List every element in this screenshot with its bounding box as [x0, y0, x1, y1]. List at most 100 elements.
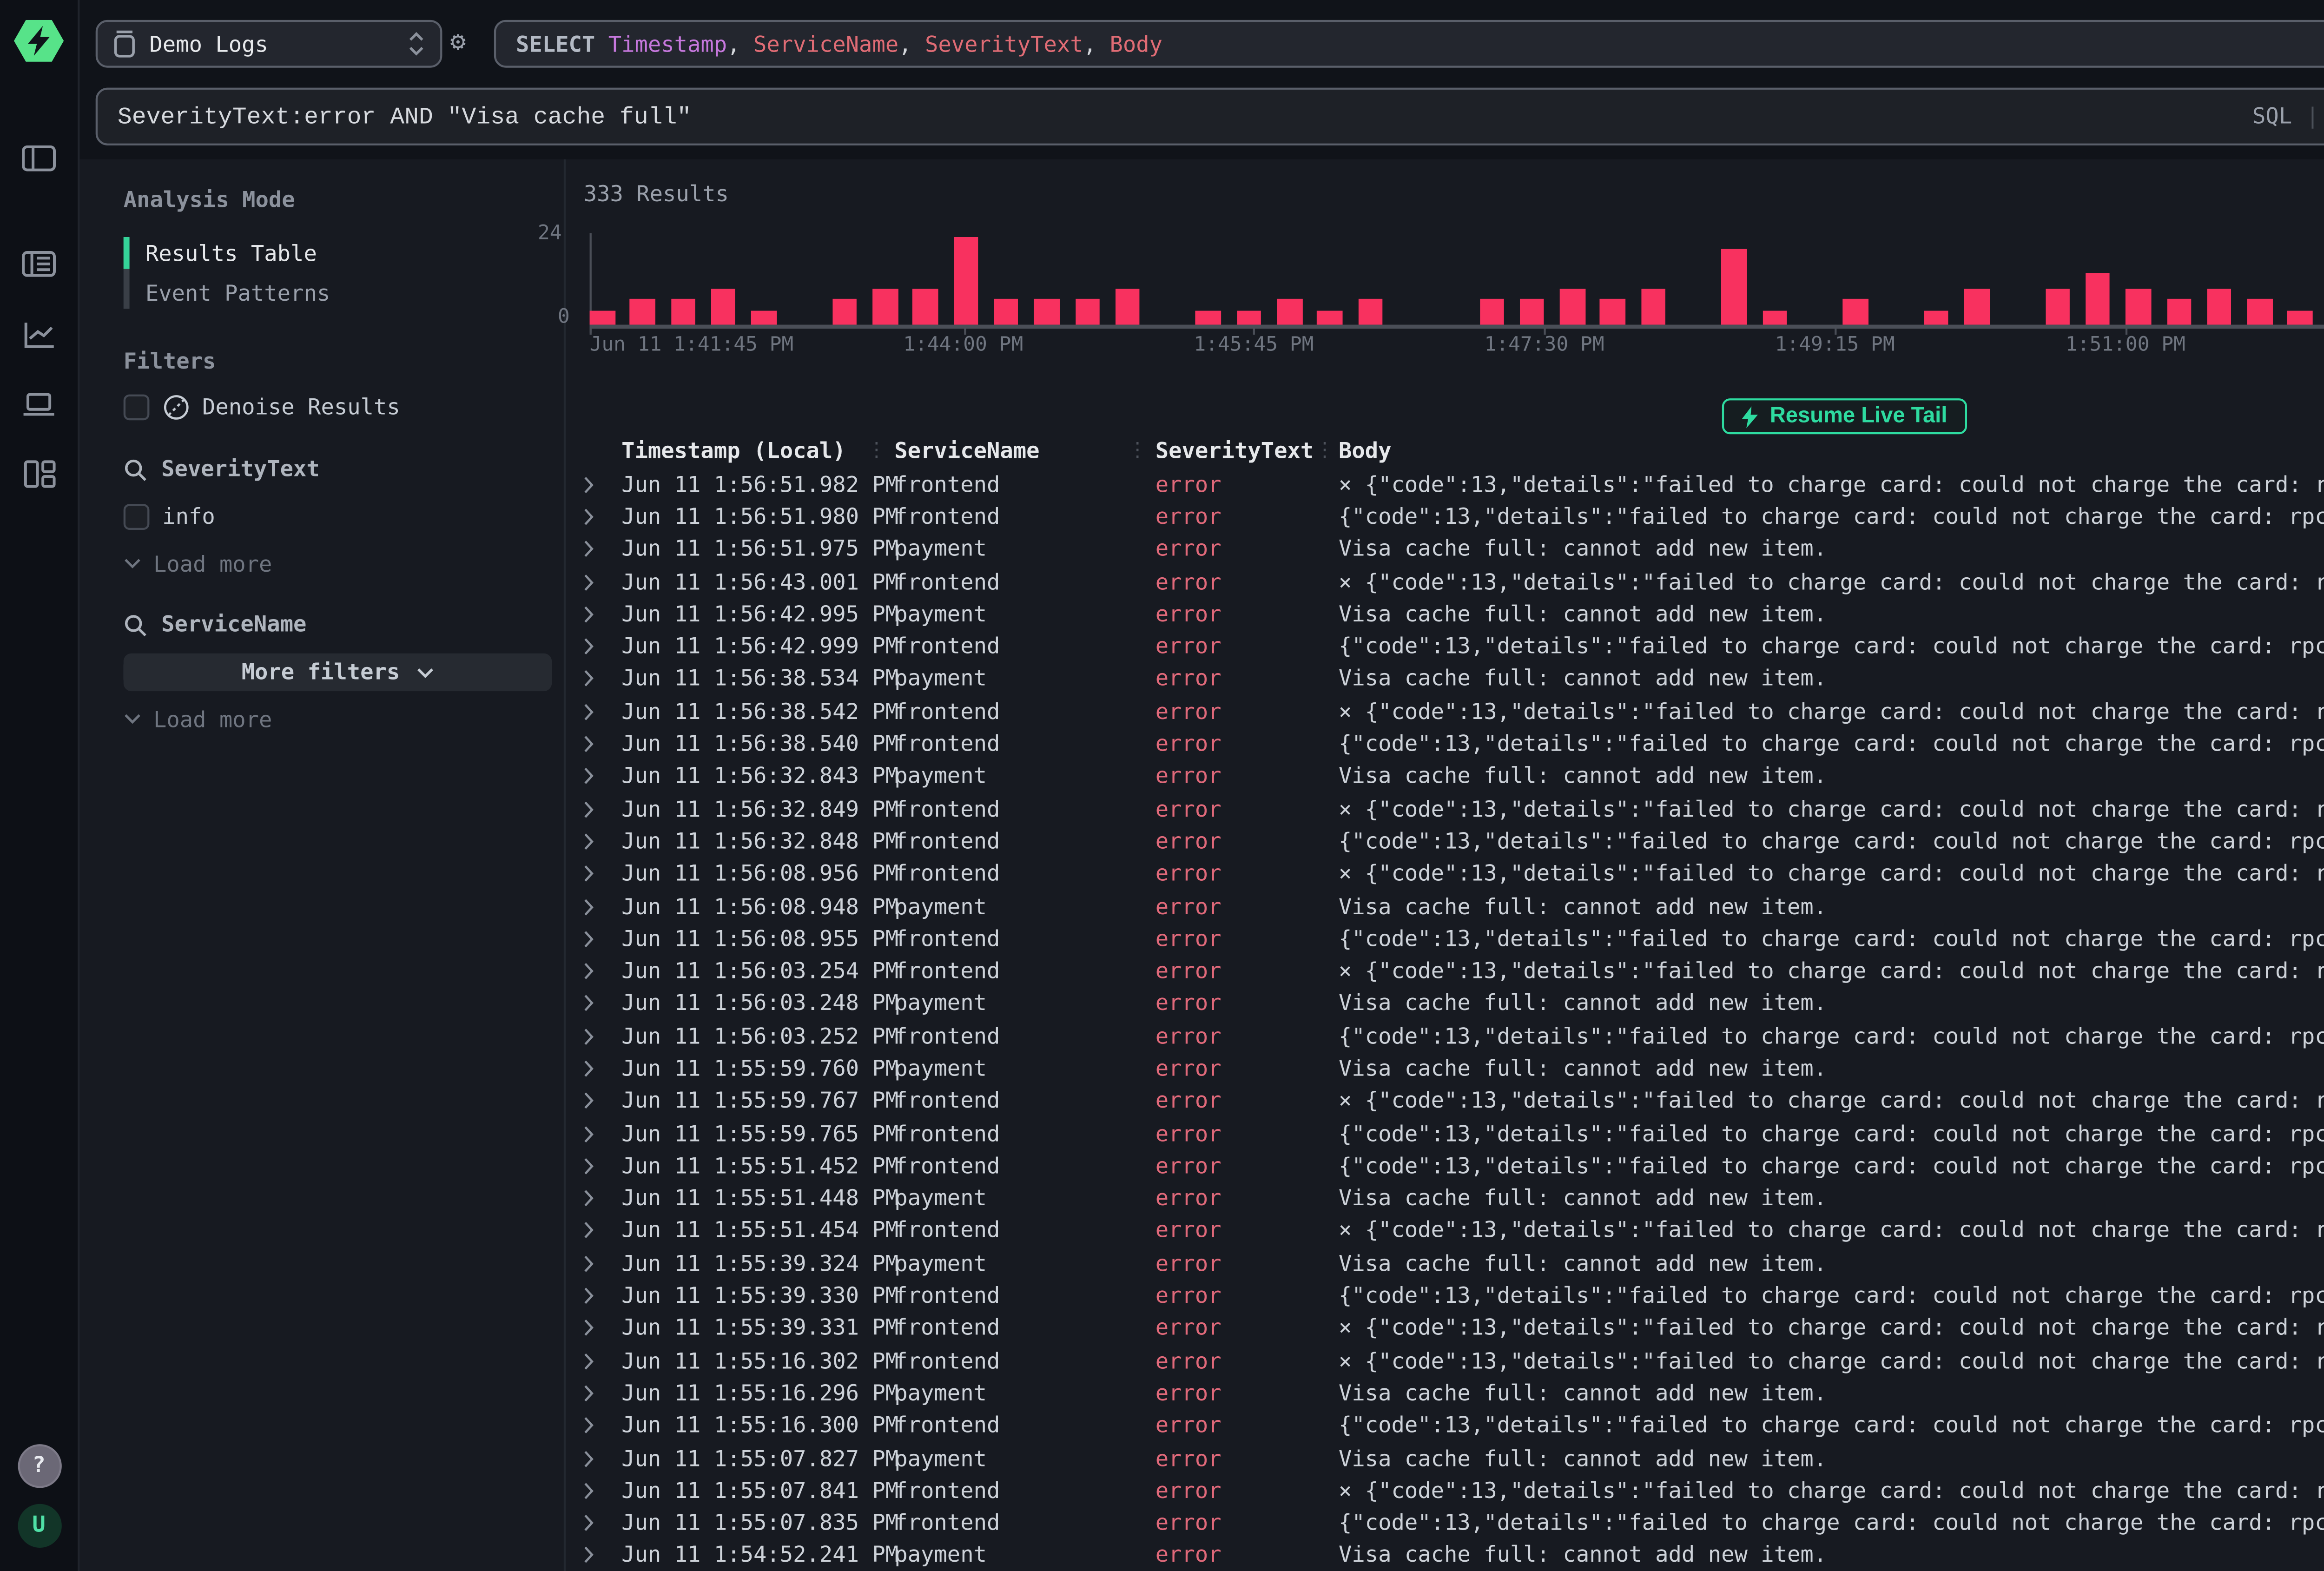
column-resize-handle[interactable]: ⋮	[866, 440, 886, 462]
table-row[interactable]: Jun 11 1:55:59.765 PMfrontenderror{"code…	[584, 1117, 2324, 1150]
row-expand-chevron-icon[interactable]	[584, 1060, 621, 1078]
histogram-bar[interactable]	[1034, 299, 1059, 325]
table-row[interactable]: Jun 11 1:55:59.767 PMfrontenderror× {"co…	[584, 1085, 2324, 1117]
table-row[interactable]: Jun 11 1:55:39.324 PMpaymenterrorVisa ca…	[584, 1247, 2324, 1280]
row-expand-chevron-icon[interactable]	[584, 1547, 621, 1565]
log-list-icon[interactable]	[22, 251, 56, 277]
histogram-bar[interactable]	[2126, 288, 2151, 325]
row-expand-chevron-icon[interactable]	[584, 898, 621, 916]
more-filters-button[interactable]: More filters	[124, 653, 552, 691]
row-expand-chevron-icon[interactable]	[584, 1254, 621, 1273]
row-expand-chevron-icon[interactable]	[584, 1157, 621, 1175]
table-row[interactable]: Jun 11 1:56:42.999 PMfrontenderror{"code…	[584, 630, 2324, 663]
col-timestamp[interactable]: Timestamp (Local)⋮	[621, 438, 894, 464]
row-expand-chevron-icon[interactable]	[584, 1352, 621, 1370]
histogram-bar[interactable]	[2207, 288, 2232, 325]
col-servicename[interactable]: ServiceName⋮	[894, 438, 1155, 464]
row-expand-chevron-icon[interactable]	[584, 735, 621, 753]
row-expand-chevron-icon[interactable]	[584, 703, 621, 721]
histogram-bar[interactable]	[1479, 299, 1504, 325]
row-expand-chevron-icon[interactable]	[584, 962, 621, 980]
row-expand-chevron-icon[interactable]	[584, 1514, 621, 1532]
histogram-bar[interactable]	[630, 299, 655, 325]
histogram-bar[interactable]	[1075, 299, 1100, 325]
filter-group-name[interactable]: SeverityText	[161, 456, 320, 482]
table-row[interactable]: Jun 11 1:56:51.982 PMfrontenderror× {"co…	[584, 468, 2324, 501]
row-expand-chevron-icon[interactable]	[584, 1287, 621, 1305]
settings-gear-icon[interactable]: ⚙	[450, 26, 466, 62]
row-expand-chevron-icon[interactable]	[584, 930, 621, 948]
column-resize-handle[interactable]: ⋮	[1128, 440, 1148, 462]
row-expand-chevron-icon[interactable]	[584, 832, 621, 851]
row-expand-chevron-icon[interactable]	[584, 573, 621, 591]
lang-sql[interactable]: SQL	[2252, 104, 2292, 130]
row-expand-chevron-icon[interactable]	[584, 638, 621, 656]
histogram-bar[interactable]	[1600, 299, 1625, 325]
histogram-bar[interactable]	[2086, 274, 2111, 325]
help-button[interactable]: ?	[17, 1444, 60, 1487]
laptop-icon[interactable]	[22, 392, 56, 416]
histogram-bar[interactable]	[1641, 288, 1666, 325]
histogram-bar[interactable]	[1196, 310, 1221, 324]
row-expand-chevron-icon[interactable]	[584, 800, 621, 818]
table-row[interactable]: Jun 11 1:56:32.849 PMfrontenderror× {"co…	[584, 793, 2324, 825]
col-body[interactable]: Body	[1339, 438, 2324, 464]
row-expand-chevron-icon[interactable]	[584, 508, 621, 526]
row-expand-chevron-icon[interactable]	[584, 1027, 621, 1045]
table-row[interactable]: Jun 11 1:56:03.248 PMpaymenterrorVisa ca…	[584, 988, 2324, 1020]
table-row[interactable]: Jun 11 1:55:39.331 PMfrontenderror× {"co…	[584, 1312, 2324, 1345]
analysis-mode-event-patterns[interactable]: Event Patterns	[124, 273, 564, 313]
table-row[interactable]: Jun 11 1:56:38.542 PMfrontenderror× {"co…	[584, 695, 2324, 728]
search-query-input[interactable]: SeverityText:error AND "Visa cache full"…	[96, 88, 2324, 145]
table-row[interactable]: Jun 11 1:55:16.300 PMfrontenderror{"code…	[584, 1410, 2324, 1442]
histogram-bar[interactable]	[1560, 288, 1585, 325]
histogram-bar[interactable]	[2166, 299, 2192, 325]
column-resize-handle[interactable]: ⋮	[1315, 440, 1335, 462]
histogram-bar[interactable]	[711, 288, 736, 325]
user-avatar[interactable]: U	[17, 1503, 60, 1547]
table-row[interactable]: Jun 11 1:56:42.995 PMpaymenterrorVisa ca…	[584, 598, 2324, 631]
table-row[interactable]: Jun 11 1:55:51.448 PMpaymenterrorVisa ca…	[584, 1182, 2324, 1215]
table-row[interactable]: Jun 11 1:56:08.955 PMfrontenderror{"code…	[584, 923, 2324, 955]
load-more-link[interactable]: Load more	[124, 705, 564, 733]
app-logo-icon[interactable]	[14, 20, 64, 62]
row-expand-chevron-icon[interactable]	[584, 865, 621, 883]
table-row[interactable]: Jun 11 1:55:07.835 PMfrontenderror{"code…	[584, 1507, 2324, 1539]
panel-left-icon[interactable]	[22, 145, 56, 172]
table-row[interactable]: Jun 11 1:55:39.330 PMfrontenderror{"code…	[584, 1280, 2324, 1312]
table-row[interactable]: Jun 11 1:55:07.827 PMpaymenterrorVisa ca…	[584, 1442, 2324, 1474]
row-expand-chevron-icon[interactable]	[584, 1417, 621, 1435]
dashboard-grid-icon[interactable]	[23, 460, 55, 488]
histogram-bar[interactable]	[872, 288, 898, 325]
histogram-bar[interactable]	[752, 310, 777, 324]
table-row[interactable]: Jun 11 1:55:16.296 PMpaymenterrorVisa ca…	[584, 1377, 2324, 1410]
row-expand-chevron-icon[interactable]	[584, 1384, 621, 1402]
table-row[interactable]: Jun 11 1:55:51.454 PMfrontenderror× {"co…	[584, 1215, 2324, 1248]
histogram-bar[interactable]	[1722, 248, 1747, 325]
histogram-bar[interactable]	[832, 299, 857, 325]
histogram-bar[interactable]	[1519, 299, 1545, 325]
row-expand-chevron-icon[interactable]	[584, 605, 621, 623]
histogram-bar[interactable]	[1843, 299, 1868, 325]
table-row[interactable]: Jun 11 1:55:07.841 PMfrontenderror× {"co…	[584, 1474, 2324, 1507]
analysis-mode-results-table[interactable]: Results Table	[124, 233, 564, 273]
table-row[interactable]: Jun 11 1:56:32.843 PMpaymenterrorVisa ca…	[584, 760, 2324, 793]
select-query-input[interactable]: SELECT Timestamp, ServiceName, SeverityT…	[494, 20, 2324, 68]
row-expand-chevron-icon[interactable]	[584, 1320, 621, 1338]
row-expand-chevron-icon[interactable]	[584, 1449, 621, 1467]
row-expand-chevron-icon[interactable]	[584, 995, 621, 1013]
denoise-checkbox[interactable]	[124, 395, 149, 420]
row-expand-chevron-icon[interactable]	[584, 540, 621, 558]
row-expand-chevron-icon[interactable]	[584, 1092, 621, 1110]
resume-live-tail-button[interactable]: Resume Live Tail	[1722, 398, 1967, 434]
table-row[interactable]: Jun 11 1:55:59.760 PMpaymenterrorVisa ca…	[584, 1052, 2324, 1085]
table-row[interactable]: Jun 11 1:56:43.001 PMfrontenderror× {"co…	[584, 566, 2324, 598]
histogram-bar[interactable]	[590, 310, 615, 324]
histogram-bar[interactable]	[1115, 288, 1140, 325]
table-row[interactable]: Jun 11 1:56:38.540 PMfrontenderror{"code…	[584, 728, 2324, 760]
row-expand-chevron-icon[interactable]	[584, 670, 621, 688]
histogram-bar[interactable]	[1924, 310, 1949, 324]
histogram-bar[interactable]	[2247, 299, 2272, 325]
line-chart-icon[interactable]	[23, 321, 55, 349]
table-row[interactable]: Jun 11 1:56:08.956 PMfrontenderror× {"co…	[584, 858, 2324, 890]
